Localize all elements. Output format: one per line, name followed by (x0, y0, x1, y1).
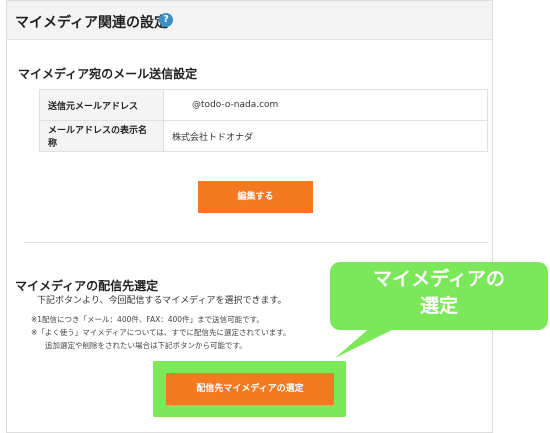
table-row: 送信元メールアドレス @todo-o-nada.com (39, 89, 488, 121)
callout-line-2: 選定 (419, 295, 458, 317)
mail-settings-table: 送信元メールアドレス @todo-o-nada.com メールアドレスの表示名称… (39, 89, 488, 152)
delivery-note-2: ※「よく使う」マイメディアについては、すでに配信先に選定されています。 (31, 328, 291, 337)
edit-button[interactable]: 編集する (198, 181, 313, 213)
divider (23, 242, 488, 243)
table-row: メールアドレスの表示名称 株式会社トドオナダ (39, 120, 488, 152)
delivery-description: 下記ボタンより、今回配信するマイメディアを選択できます。 (37, 296, 287, 306)
page-title: マイメディア関連の設定 (15, 15, 169, 31)
panel-header: マイメディア関連の設定 ? (7, 1, 492, 40)
delivery-note-1: ※1配信につき「メール：400件、FAX：400件」まで送信可能です。 (31, 315, 264, 324)
sender-address-label: 送信元メールアドレス (39, 89, 164, 121)
display-name-label: メールアドレスの表示名称 (39, 120, 164, 152)
help-icon[interactable]: ? (159, 13, 173, 27)
mail-settings-title: マイメディア宛のメール送信設定 (18, 67, 198, 81)
display-name-value: 株式会社トドオナダ (163, 120, 488, 152)
select-media-button[interactable]: 配信先マイメディアの選定 (166, 373, 334, 405)
callout-text: マイメディアの 選定 (330, 266, 548, 320)
delivery-note-3: 追加選定や削除をされたい場合は下記ボタンから可能です。 (45, 341, 247, 350)
sender-address-value: @todo-o-nada.com (163, 89, 488, 121)
callout-line-1: マイメディアの (373, 268, 505, 290)
delivery-title: マイメディアの配信先選定 (15, 279, 159, 293)
